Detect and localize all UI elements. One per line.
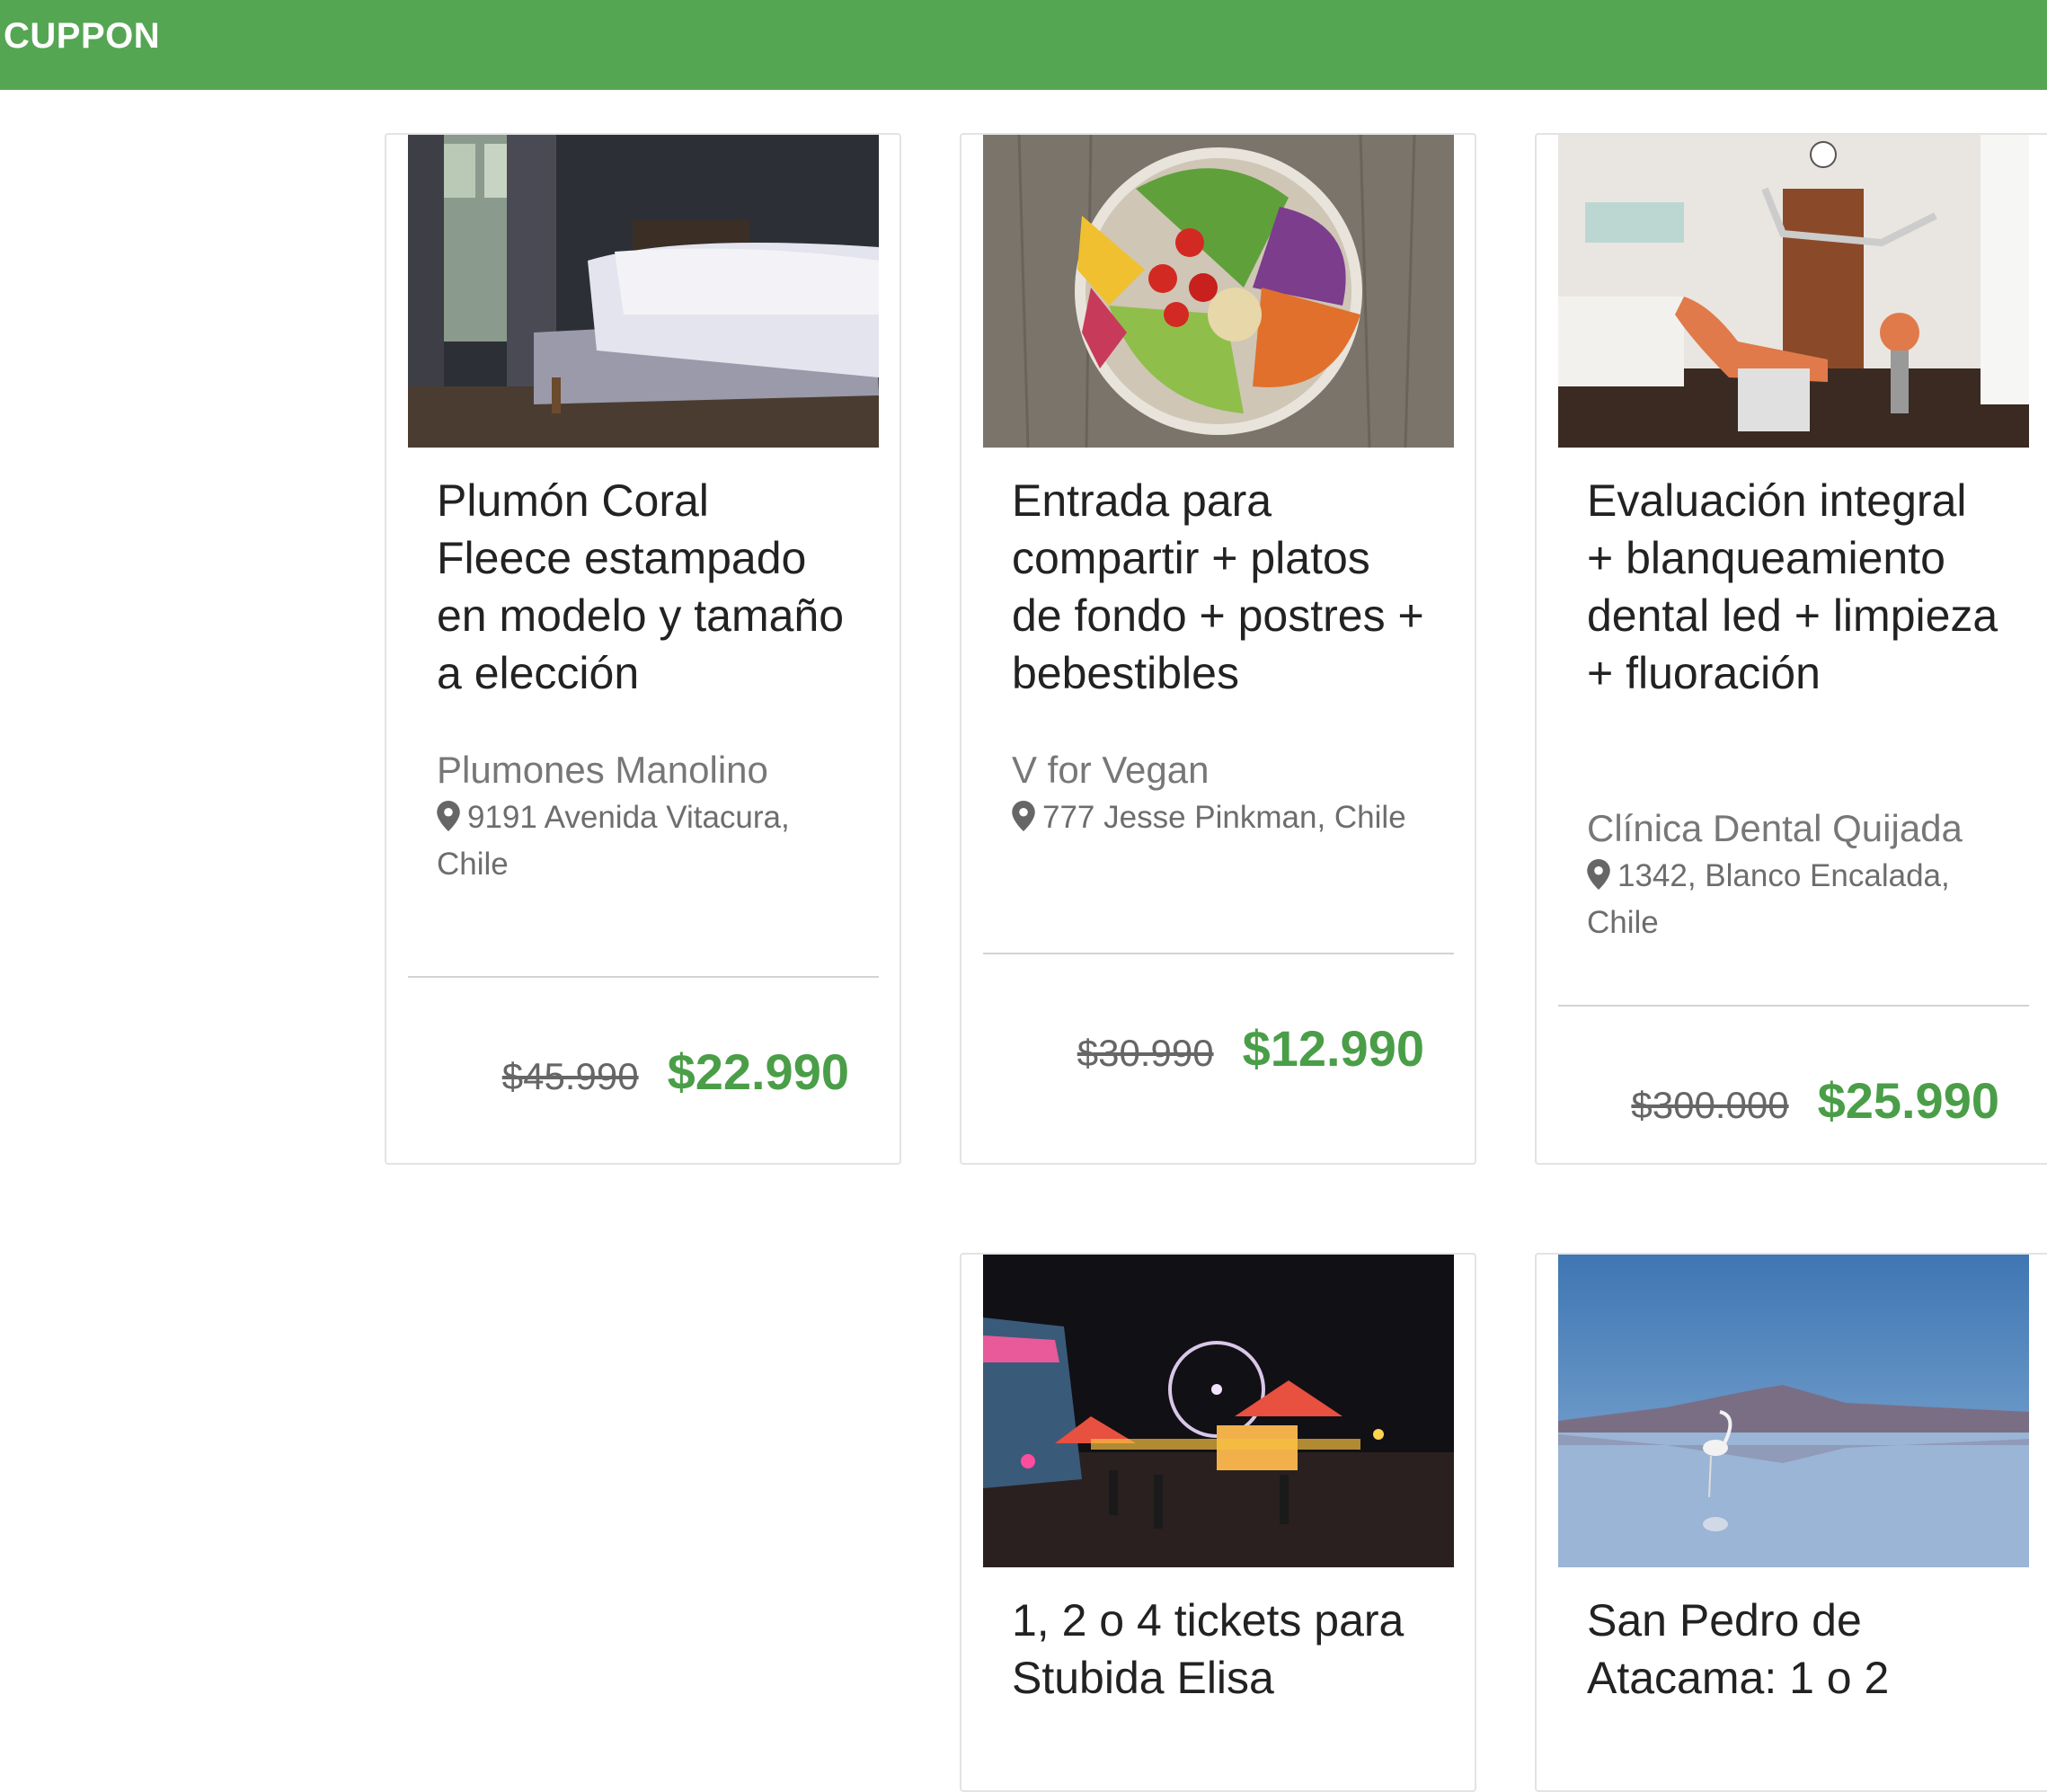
original-price: $30.990: [1077, 1032, 1214, 1074]
deal-title[interactable]: Entrada para compartir + platos de fondo…: [1012, 472, 1425, 702]
divider: [983, 953, 1454, 954]
original-price: $45.990: [501, 1055, 639, 1097]
deal-address: 9191 Avenida Vitacura, Chile: [437, 794, 859, 888]
address-text: 9191 Avenida Vitacura, Chile: [437, 800, 790, 882]
divider: [408, 976, 879, 978]
divider: [1558, 1005, 2029, 1007]
discount-price: $12.990: [1242, 1020, 1424, 1077]
deal-card[interactable]: Evaluación integral + blanqueamiento den…: [1535, 133, 2047, 1165]
brand-logo-link[interactable]: CUPPON: [4, 13, 160, 58]
deal-title[interactable]: San Pedro de Atacama: 1 o 2: [1587, 1592, 2000, 1707]
address-text: 1342, Blanco Encalada, Chile: [1587, 858, 1950, 940]
discount-price: $25.990: [1817, 1072, 1999, 1129]
deal-merchant: Plumones Manolino: [437, 749, 768, 791]
deal-image-link[interactable]: [1558, 1255, 2029, 1567]
price-row: $30.990 $12.990: [1077, 1019, 1424, 1078]
price-row: $45.990 $22.990: [502, 1042, 849, 1101]
original-price: $300.000: [1631, 1084, 1789, 1126]
deal-address: 777 Jesse Pinkman, Chile: [1012, 794, 1434, 841]
deal-address: 1342, Blanco Encalada, Chile: [1587, 853, 2009, 946]
deal-card[interactable]: Plumón Coral Fleece estampado en modelo …: [385, 133, 901, 1165]
flamingo-lake-photo: [1558, 1255, 2029, 1567]
price-row: $300.000 $25.990: [1631, 1071, 1999, 1130]
map-pin-icon: [1587, 859, 1610, 890]
map-pin-icon: [437, 801, 460, 831]
deal-image-link[interactable]: [983, 1255, 1454, 1567]
deal-title[interactable]: Evaluación integral + blanqueamiento den…: [1587, 472, 2000, 702]
fair-night-photo: [983, 1255, 1454, 1567]
deal-image-link[interactable]: [408, 135, 879, 448]
discount-price: $22.990: [667, 1043, 849, 1100]
deal-title[interactable]: Plumón Coral Fleece estampado en modelo …: [437, 472, 850, 702]
deal-title[interactable]: 1, 2 o 4 tickets para Stubida Elisa: [1012, 1592, 1425, 1707]
deal-card[interactable]: San Pedro de Atacama: 1 o 2: [1535, 1253, 2047, 1792]
dental-clinic-photo: [1558, 135, 2029, 448]
deal-merchant: V for Vegan: [1012, 749, 1210, 791]
deal-image-link[interactable]: [983, 135, 1454, 448]
deal-card[interactable]: 1, 2 o 4 tickets para Stubida Elisa: [960, 1253, 1476, 1792]
address-text: 777 Jesse Pinkman, Chile: [1042, 800, 1406, 835]
map-pin-icon: [1012, 801, 1035, 831]
deal-merchant: Clínica Dental Quijada: [1587, 807, 1963, 849]
salad-bowl-photo: [983, 135, 1454, 448]
top-navbar: CUPPON: [0, 0, 2047, 90]
deal-card[interactable]: Entrada para compartir + platos de fondo…: [960, 133, 1476, 1165]
deal-image-link[interactable]: [1558, 135, 2029, 448]
bedroom-photo: [408, 135, 879, 448]
